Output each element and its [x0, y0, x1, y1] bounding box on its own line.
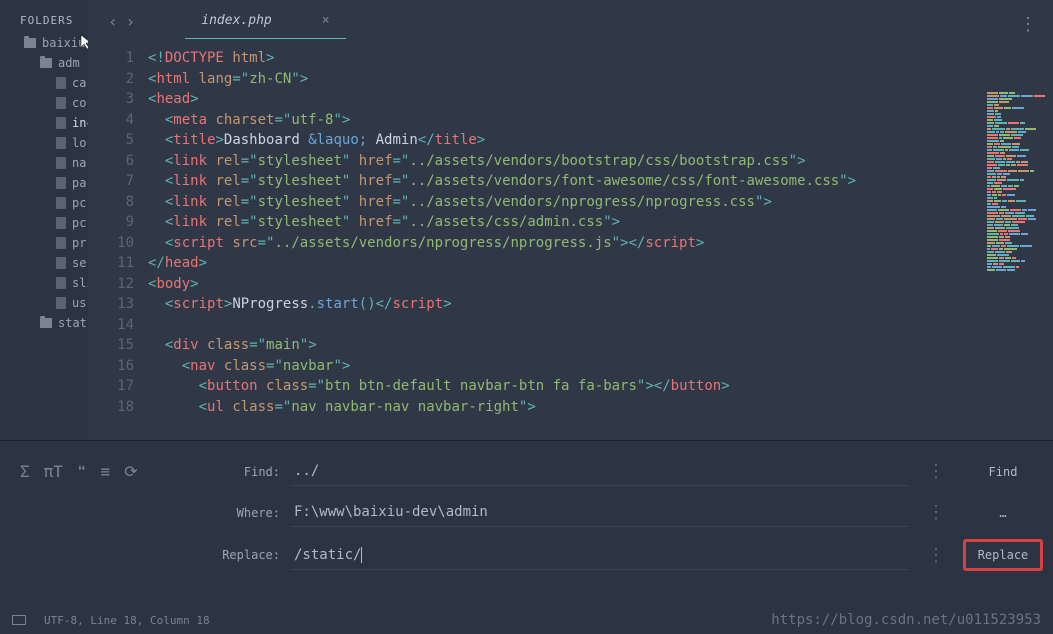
file-icon — [56, 97, 66, 109]
quote-icon[interactable]: ❝ — [77, 462, 87, 481]
more-icon[interactable]: ⋮ — [1019, 14, 1037, 35]
sidebar-item-pr[interactable]: pr — [0, 233, 88, 253]
status-bar: UTF-8, Line 18, Column 18 https://blog.c… — [0, 606, 1053, 634]
sigma-icon[interactable]: Σ — [20, 462, 30, 481]
sidebar-item-baixiu-[interactable]: baixiu- — [0, 33, 88, 53]
sidebar-item-co[interactable]: co — [0, 93, 88, 113]
file-icon — [56, 257, 66, 269]
file-icon — [56, 297, 66, 309]
find-label: Find: — [220, 465, 280, 479]
file-icon — [56, 117, 66, 129]
folders-header: FOLDERS — [0, 8, 88, 33]
sidebar-item-us[interactable]: us — [0, 293, 88, 313]
replace-button[interactable]: Replace — [963, 539, 1043, 571]
replace-label: Replace: — [220, 548, 280, 562]
where-label: Where: — [220, 506, 280, 520]
sidebar-item-na[interactable]: na — [0, 153, 88, 173]
text-size-icon[interactable]: πT — [44, 462, 63, 481]
replace-input[interactable]: /static/ — [290, 541, 909, 570]
list-icon[interactable]: ≡ — [101, 462, 111, 481]
where-input[interactable] — [290, 498, 909, 527]
folder-icon — [40, 318, 52, 328]
sidebar-item-inc[interactable]: inc — [0, 113, 88, 133]
file-icon — [56, 237, 66, 249]
code-area[interactable]: 123456789101112131415161718 <!DOCTYPE ht… — [88, 42, 1053, 440]
file-icon — [56, 277, 66, 289]
refresh-icon[interactable]: ⟳ — [124, 462, 137, 481]
tab-bar: ‹ › index.php × ⋮ — [88, 0, 1053, 42]
find-options-icon[interactable]: ⋮ — [919, 461, 953, 482]
file-icon — [56, 77, 66, 89]
sidebar-item-pc[interactable]: pc — [0, 193, 88, 213]
find-input[interactable] — [290, 457, 909, 486]
find-replace-panel: Σ πT ❝ ≡ ⟳ Find: ⋮ Find Where: ⋮ … Repla… — [0, 440, 1053, 595]
sidebar-item-adm[interactable]: adm — [0, 53, 88, 73]
file-icon — [56, 157, 66, 169]
sidebar-item-ca[interactable]: ca — [0, 73, 88, 93]
editor: ‹ › index.php × ⋮ 1234567891011121314151… — [88, 0, 1053, 440]
folder-icon — [40, 58, 52, 68]
find-button[interactable]: Find — [963, 459, 1043, 485]
sidebar-item-se[interactable]: se — [0, 253, 88, 273]
file-icon — [56, 137, 66, 149]
code-content[interactable]: <!DOCTYPE html><html lang="zh-CN"><head>… — [148, 42, 1053, 440]
sidebar-item-lo[interactable]: lo — [0, 133, 88, 153]
watermark: https://blog.csdn.net/u011523953 — [771, 612, 1041, 628]
sidebar-item-stat[interactable]: stat — [0, 313, 88, 333]
status-text: UTF-8, Line 18, Column 18 — [44, 614, 210, 627]
tab-label: index.php — [201, 13, 271, 28]
line-gutter: 123456789101112131415161718 — [88, 42, 148, 440]
tab-close-icon[interactable]: × — [322, 13, 330, 28]
sidebar-item-pa[interactable]: pa — [0, 173, 88, 193]
sidebar-item-sli[interactable]: sli — [0, 273, 88, 293]
minimap[interactable] — [987, 92, 1047, 272]
sidebar: FOLDERS baixiu-admcacoinclonapapcpcprses… — [0, 0, 88, 440]
tab-index-php[interactable]: index.php × — [185, 3, 345, 39]
file-icon — [56, 177, 66, 189]
folder-icon — [24, 38, 36, 48]
file-icon — [56, 217, 66, 229]
nav-back[interactable]: ‹ — [108, 12, 118, 31]
sidebar-item-pc[interactable]: pc — [0, 213, 88, 233]
panel-icon[interactable] — [12, 615, 26, 625]
where-button[interactable]: … — [963, 500, 1043, 526]
where-options-icon[interactable]: ⋮ — [919, 502, 953, 523]
replace-options-icon[interactable]: ⋮ — [919, 545, 953, 566]
nav-forward[interactable]: › — [126, 12, 136, 31]
file-icon — [56, 197, 66, 209]
